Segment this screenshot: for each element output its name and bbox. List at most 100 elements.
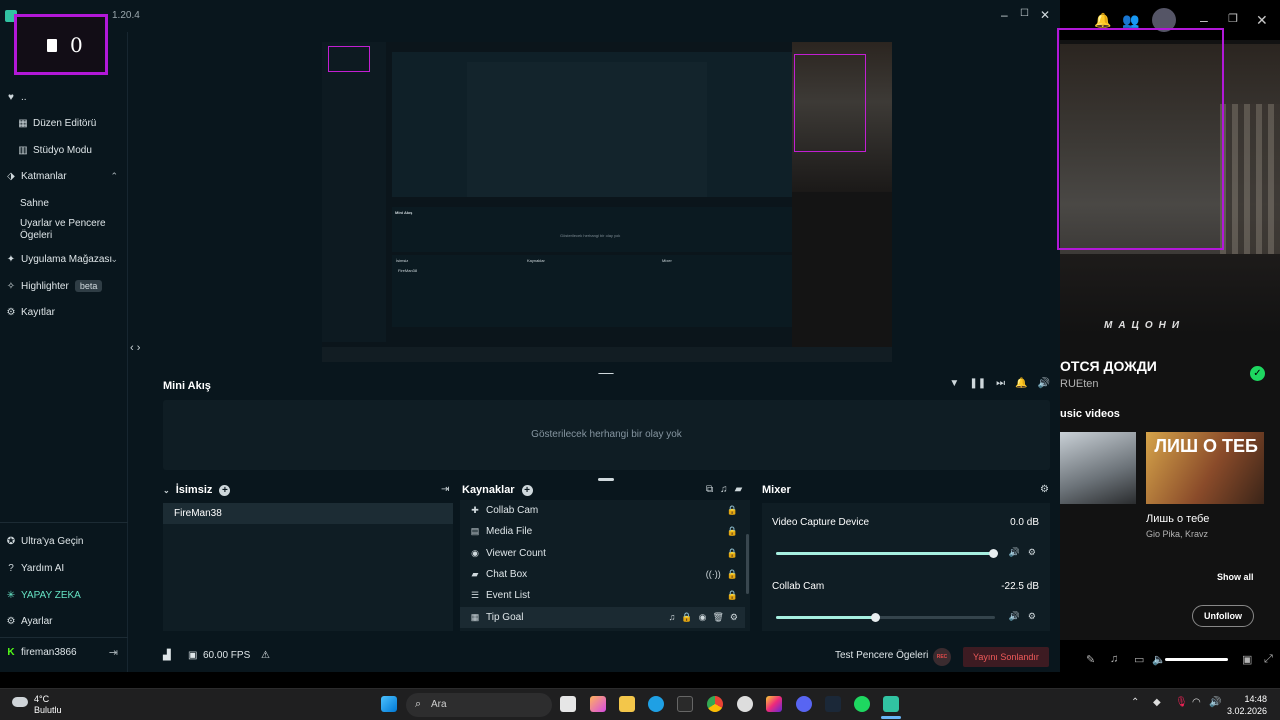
volume-slider[interactable] [776,549,998,558]
volume-icon[interactable]: 🔊 [1038,378,1050,389]
audio-icon[interactable]: ♫ [669,612,676,623]
fullscreen-icon[interactable]: ⤢ [1264,653,1273,666]
lock-icon[interactable]: 🔒 [727,569,738,580]
scene-collection-title[interactable]: İsimsiz [176,484,213,496]
lyrics-icon[interactable]: ♫ [1110,653,1118,665]
audio-icon[interactable]: ♫ [720,484,728,495]
video-title[interactable]: Лишь о тебе [1146,513,1209,525]
store-icon[interactable] [677,696,693,712]
stats-icon[interactable]: ▟ [163,650,171,661]
source-item[interactable]: ▦ Tip Goal ♫ 🔒 ◉ 🗑 ⚙ [460,607,745,628]
show-all-link[interactable]: Show all [1217,572,1254,582]
wifi-icon[interactable]: ◠ [1192,697,1201,708]
lock-icon[interactable]: 🔒 [727,526,738,537]
add-scene-icon[interactable]: + [219,484,231,496]
video-artist[interactable]: Gio Pika, Kravz [1146,529,1208,539]
close-icon[interactable]: ✕ [1040,8,1050,22]
stream-preview[interactable]: Mini Akış Gösterilecek herhangi bir olay… [322,42,892,362]
delete-icon[interactable]: 🗑 [712,612,723,623]
sidebar-item-favorite[interactable]: ♥ .. [0,86,128,108]
lock-icon[interactable]: 🔒 [727,590,738,601]
spotify-icon[interactable] [854,696,870,712]
edge-icon[interactable] [648,696,664,712]
copilot-icon[interactable] [590,696,606,712]
sidebar-item-layers[interactable]: ⬗ Katmanlar ⌃ [0,165,128,187]
record-button[interactable]: REC [933,648,951,666]
volume-icon[interactable]: 🔊 [1009,547,1020,558]
lock-icon[interactable]: 🔒 [727,548,738,559]
sidebar-item-ai[interactable]: ✳ YAPAY ZEKA [0,584,128,606]
volume-icon[interactable]: 🔊 [1209,697,1221,708]
song-artist[interactable]: RUEten [1060,378,1099,390]
gear-icon[interactable]: ⚙ [1028,547,1036,558]
clock[interactable]: 14:48 3.02.2026 [1227,693,1267,717]
friends-icon[interactable]: 👥 [1122,12,1139,29]
taskbar-search[interactable]: ⌕ Ara [406,693,552,717]
gear-icon[interactable]: ⚙ [730,612,738,623]
scrollbar[interactable] [746,534,749,594]
source-item[interactable]: ▰ Chat Box ((·)) 🔒 [460,564,745,585]
group-icon[interactable]: ⧉ [706,484,713,495]
streamlabs-icon[interactable] [883,696,899,712]
scene-item[interactable]: FireMan38 [163,503,453,524]
minimize-icon[interactable]: – [1001,8,1008,22]
source-item[interactable]: ▤ Media File 🔒 [460,521,745,542]
lock-icon[interactable]: 🔒 [727,505,738,516]
gear-icon[interactable]: ⚙ [1040,484,1049,495]
task-view-icon[interactable] [560,696,576,712]
start-icon[interactable] [381,696,397,712]
sidebar-item-recordings[interactable]: ⚙ Kayıtlar [0,301,128,323]
sidebar-item-app-store[interactable]: ✦ Uygulama Mağazası ⌄ [0,248,128,270]
visibility-icon[interactable]: ◉ [699,612,707,623]
discord-icon[interactable] [796,696,812,712]
sidebar-item-scene[interactable]: Sahne [0,192,128,214]
check-icon[interactable]: ✓ [1250,366,1265,381]
lock-icon[interactable]: 🔒 [681,612,692,623]
file-explorer-icon[interactable] [619,696,635,712]
maximize-icon[interactable]: ❐ [1228,12,1238,25]
pause-icon[interactable]: ❚❚ [969,378,986,389]
chevron-down-icon[interactable]: ⌄ [163,486,170,495]
volume-icon[interactable]: 🔊 [1009,611,1020,622]
collapse-sidebar-icon[interactable]: ‹ › [130,342,140,354]
video-thumbnail[interactable] [1060,432,1136,504]
source-item[interactable]: ✚ Collab Cam 🔒 [460,500,745,521]
add-source-icon[interactable]: + [521,484,533,496]
volume-slider[interactable] [776,613,995,622]
folder-icon[interactable]: ▰ [735,484,743,495]
chevron-up-icon[interactable]: ⌃ [1131,697,1139,708]
test-widgets-button[interactable]: Test Pencere Ögeleri [835,650,928,661]
sidebar-item-help-ai[interactable]: ? Yardım AI [0,557,128,579]
skip-icon[interactable]: ⏭ [996,378,1005,389]
sidebar-item-settings[interactable]: ⚙ Ayarlar [0,610,128,632]
steam-icon[interactable] [825,696,841,712]
miniplayer-icon[interactable]: ▣ [1242,653,1252,666]
source-item[interactable]: ☰ Event List 🔒 [460,585,745,606]
warning-icon[interactable]: ⚠ [261,650,270,661]
device-icon[interactable]: ▭ [1134,653,1144,666]
filter-icon[interactable]: ▼ [949,378,959,389]
instagram-icon[interactable] [766,696,782,712]
minimize-icon[interactable]: – [1200,12,1208,28]
sidebar-item-ultra[interactable]: ✪ Ultra'ya Geçin [0,530,128,552]
gear-icon[interactable]: ⚙ [1028,611,1036,622]
obs-icon[interactable] [737,696,753,712]
sidebar-item-alerts-widgets[interactable]: Uyarlar ve Pencere Ögeleri [0,218,128,246]
volume-slider[interactable] [1165,658,1228,661]
song-title[interactable]: ОТСЯ ДОЖДИ [1060,358,1157,374]
unfollow-button[interactable]: Unfollow [1192,605,1254,627]
sidebar-item-highlighter[interactable]: ✧ Highlighter beta [0,275,128,297]
bell-icon[interactable]: 🔔 [1015,378,1027,389]
edit-icon[interactable]: ✎ [1086,653,1095,666]
broadcast-icon[interactable]: ((·)) [706,569,721,580]
scene-transition-icon[interactable]: ⇥ [441,484,449,495]
source-item[interactable]: ◉ Viewer Count 🔒 [460,543,745,564]
close-icon[interactable]: ✕ [1256,12,1268,29]
end-stream-button[interactable]: Yayını Sonlandır [963,647,1049,667]
video-thumbnail[interactable]: ЛИШ О ТЕБ [1146,432,1264,504]
mic-icon[interactable]: 🎙 [1175,697,1188,708]
sidebar-item-studio-mode[interactable]: ▥ Stüdyo Modu [0,139,128,161]
volume-icon[interactable]: 🔈 [1152,653,1166,666]
bell-icon[interactable]: 🔔 [1094,12,1111,29]
logout-icon[interactable]: ⇥ [109,646,118,659]
